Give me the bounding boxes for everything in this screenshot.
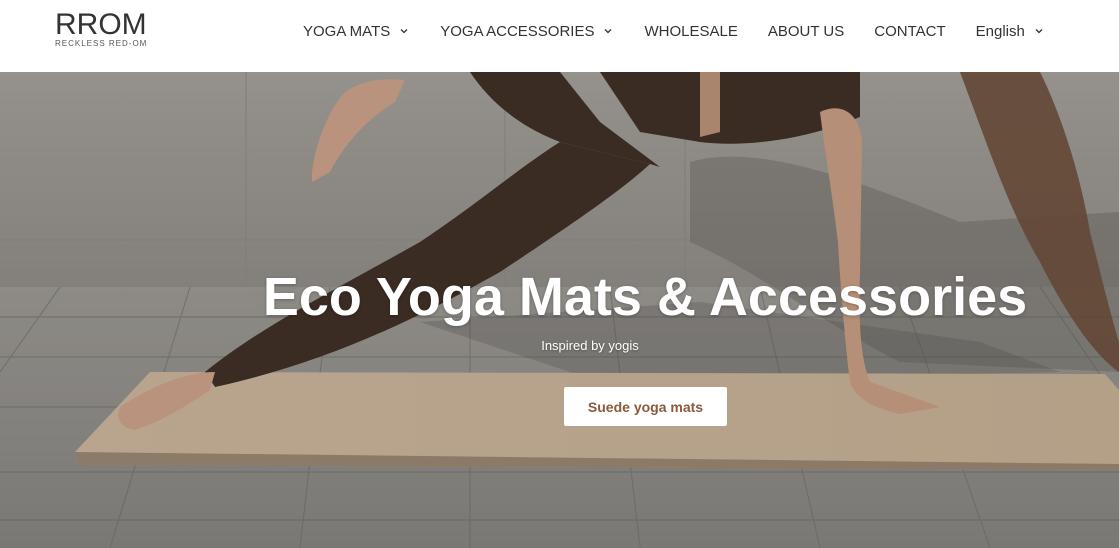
site-header: RROM RECKLESS RED-OM YOGA MATS YOGA ACCE… bbox=[0, 0, 1119, 72]
main-nav: YOGA MATS YOGA ACCESSORIES WHOLESALE ABO… bbox=[288, 0, 1060, 62]
hero-title: Eco Yoga Mats & Accessories bbox=[262, 267, 1028, 327]
nav-item-label: YOGA MATS bbox=[303, 22, 391, 40]
brand-logo[interactable]: RROM RECKLESS RED-OM bbox=[55, 10, 151, 50]
nav-item-label: ABOUT US bbox=[767, 22, 845, 40]
chevron-down-icon bbox=[605, 29, 612, 34]
language-selector[interactable]: English bbox=[976, 23, 1045, 40]
logo-tagline: RECKLESS RED-OM bbox=[55, 39, 148, 48]
nav-item-label: YOGA ACCESSORIES bbox=[440, 22, 595, 40]
chevron-down-icon bbox=[400, 29, 408, 34]
logo-wordmark: RROM bbox=[55, 8, 147, 41]
suede-yoga-mats-button[interactable]: Suede yoga mats bbox=[564, 387, 727, 426]
language-label: English bbox=[975, 22, 1025, 40]
nav-item-yoga-mats[interactable]: YOGA MATS bbox=[303, 23, 410, 40]
nav-item-wholesale[interactable]: WHOLESALE bbox=[644, 23, 737, 40]
nav-item-contact[interactable]: CONTACT bbox=[874, 23, 945, 40]
nav-item-label: WHOLESALE bbox=[644, 22, 738, 40]
hero-banner: Eco Yoga Mats & Accessories Inspired by … bbox=[0, 72, 1119, 548]
hero-subtitle: Inspired by yogis bbox=[541, 338, 639, 353]
nav-item-yoga-accessories[interactable]: YOGA ACCESSORIES bbox=[440, 23, 614, 40]
chevron-down-icon bbox=[1035, 29, 1043, 34]
nav-item-label: CONTACT bbox=[874, 22, 946, 40]
nav-item-about-us[interactable]: ABOUT US bbox=[768, 23, 844, 40]
